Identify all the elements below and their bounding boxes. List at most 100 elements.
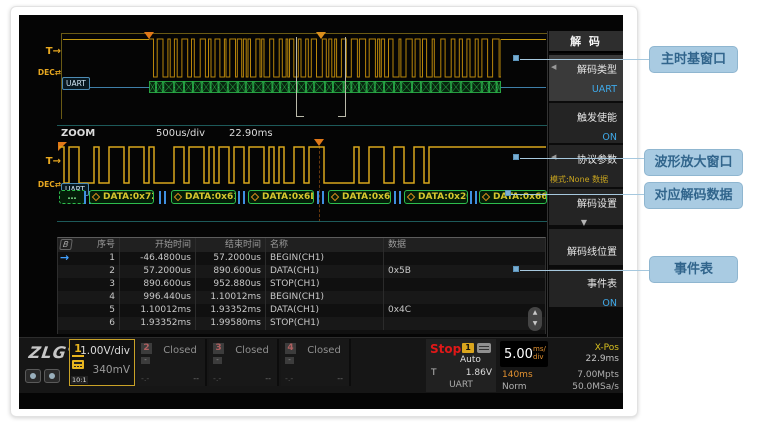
frame-separator-icon	[159, 191, 161, 204]
frame-start-icon	[174, 193, 182, 201]
col-header-start[interactable]: 开始时间	[120, 238, 196, 252]
scroll-down-icon[interactable]: ▼	[533, 320, 538, 327]
trigger-label: T	[431, 368, 437, 378]
event-table: B 序号 开始时间 结束时间 名称 数据 → 1 -46.4800us 57.2…	[57, 237, 546, 334]
channel-1-scale: 1.00V/div	[80, 345, 130, 357]
channel-4-coupling: -	[285, 357, 294, 364]
table-row[interactable]: 2 57.2000us 890.600us DATA(CH1) 0x5B	[58, 265, 545, 278]
uart-zoom-waveform	[59, 144, 546, 188]
scroll-up-icon[interactable]: ▲	[533, 309, 538, 316]
panel-separator	[547, 31, 548, 337]
channel-3-sub: -.-	[213, 374, 221, 383]
channel-2-sub: -.-	[141, 374, 149, 383]
callout-dot	[513, 266, 519, 272]
menu-item-event-table[interactable]: 事件表 ON	[549, 269, 623, 307]
xpos-value: 22.9ms	[586, 354, 620, 364]
bus-icon: B	[59, 239, 72, 250]
table-row[interactable]: 3 890.600us 952.880us STOP(CH1)	[58, 278, 545, 291]
col-header-name[interactable]: 名称	[266, 238, 384, 252]
oscilloscope-screen: T→ DEC⇄ UART ZOOM 500us/div 22.90ms T→ D…	[19, 15, 623, 409]
timebase-status-block: 5.00 ms/ div X-Pos 22.9ms 140ms 7.00Mpts…	[498, 339, 623, 392]
menu-title: 解 码	[549, 31, 623, 53]
decode-segment: DATA:0x61	[171, 190, 236, 204]
menu-item-trigger-enable[interactable]: 触发使能 ON	[549, 103, 623, 143]
decode-line-marker: DEC⇄	[31, 68, 61, 77]
decode-segment-label: DATA:0x6D	[262, 192, 314, 202]
timebase-unit: ms/ div	[533, 346, 546, 361]
table-row[interactable]: → 1 -46.4800us 57.2000us BEGIN(CH1)	[58, 252, 545, 265]
channel-3-box[interactable]: 3 - Closed -.- --	[209, 339, 279, 386]
trigger-type: UART	[426, 380, 496, 390]
col-header-data[interactable]: 数据	[384, 238, 545, 252]
table-scroll-control[interactable]: ▲ ▼	[528, 307, 542, 331]
sample-rate: 50.0MSa/s	[572, 382, 619, 392]
decode-line-marker-zoom: DEC⇄	[31, 180, 61, 189]
trigger-mode: Auto	[460, 355, 481, 365]
run-state[interactable]: Stop	[430, 342, 461, 356]
callout-main-timebase: 主时基窗口	[649, 46, 738, 73]
decode-segment-partial: …	[59, 190, 86, 204]
frame-separator-icon	[322, 191, 324, 204]
channel-2-status: Closed	[159, 345, 201, 356]
menu-item-decode-type[interactable]: ◀ 解码类型 UART	[549, 55, 623, 101]
zoom-scale[interactable]: 500us/div	[156, 128, 205, 139]
zoom-top-separator	[57, 125, 547, 126]
decode-segment: DATA:0x66	[479, 190, 547, 204]
touch-gesture-icon[interactable]	[25, 369, 41, 383]
trigger-level-marker: T→	[41, 46, 61, 57]
channel-1-box[interactable]: 1 10:1 1.00V/div 340mV	[69, 339, 135, 386]
channel-4-sub: -.-	[285, 374, 293, 383]
table-row[interactable]: 6 1.93352ms 1.99580ms STOP(CH1)	[58, 317, 545, 330]
current-row-arrow-icon: →	[60, 252, 69, 264]
decode-segment: DATA:0x72	[89, 190, 154, 204]
decode-menu-panel: 解 码 ◀ 解码类型 UART 触发使能 ON ◀ 协议参数 模式:None 数…	[549, 31, 623, 337]
col-header-index[interactable]: 序号	[80, 238, 120, 252]
frame-separator-icon	[317, 191, 319, 204]
frame-start-icon	[482, 193, 490, 201]
dropdown-arrow-icon: ▼	[551, 218, 617, 227]
callout-line	[520, 59, 650, 60]
table-row[interactable]: 4 996.440us 1.10012ms BEGIN(CH1)	[58, 291, 545, 304]
channel-2-box[interactable]: 2 - Closed -.- --	[137, 339, 207, 386]
trigger-pattern-icon	[477, 343, 491, 353]
timebase-box[interactable]: 5.00 ms/ div	[500, 341, 548, 367]
probe-ratio: 10:1	[71, 376, 88, 384]
decode-segment: DATA:0x20	[404, 190, 468, 204]
channel-4-box[interactable]: 4 - Closed -.- --	[281, 339, 351, 386]
trigger-status-block[interactable]: Stop 1 Auto T 1.86V UART	[426, 339, 496, 392]
channel-4-badge: 4	[285, 343, 296, 354]
table-row[interactable]: 5 1.10012ms 1.93352ms DATA(CH1) 0x4C	[58, 304, 545, 317]
frame-start-icon	[331, 193, 339, 201]
menu-item-protocol-params[interactable]: ◀ 协议参数 模式:None 数据	[549, 145, 623, 187]
callout-dot	[505, 190, 511, 196]
callout-event-table: 事件表	[649, 256, 738, 283]
channel-2-value: --	[193, 374, 199, 383]
touch-lock-icon[interactable]	[44, 369, 60, 383]
decode-segment: DATA:0x65	[328, 190, 391, 204]
decode-segment-label: DATA:0x20	[418, 192, 468, 202]
zoom-region-bracket[interactable]	[296, 37, 346, 117]
decode-segment-label: DATA:0x72	[103, 192, 154, 202]
frame-separator-icon	[399, 191, 401, 204]
channel-3-status: Closed	[231, 345, 273, 356]
trigger-level-marker-zoom: T→	[41, 156, 61, 167]
trigger-position-icon[interactable]	[144, 32, 154, 39]
menu-item-decode-line-position[interactable]: 解码线位置	[549, 229, 623, 265]
frame-separator-icon	[475, 191, 477, 204]
frame-start-icon	[92, 193, 100, 201]
frame-separator-icon	[164, 191, 166, 204]
frame-separator-icon	[243, 191, 245, 204]
decode-segment-label: DATA:0x65	[342, 192, 391, 202]
channel-1-offset: 340mV	[93, 364, 130, 376]
callout-dot	[513, 55, 519, 61]
channel-4-value: --	[337, 374, 343, 383]
zoom-position[interactable]: 22.90ms	[229, 128, 273, 139]
channel-3-value: --	[265, 374, 271, 383]
channel-3-badge: 3	[213, 343, 224, 354]
xpos-label: X-Pos	[595, 343, 619, 353]
bottom-toolbar: ZLG® 1 10:1 1.00V/div 340mV 2 - Closed -	[19, 337, 623, 393]
col-header-end[interactable]: 结束时间	[196, 238, 266, 252]
submenu-arrow-icon: ◀	[551, 153, 556, 161]
screenshot-card: T→ DEC⇄ UART ZOOM 500us/div 22.90ms T→ D…	[10, 6, 638, 417]
frame-start-icon	[407, 193, 415, 201]
